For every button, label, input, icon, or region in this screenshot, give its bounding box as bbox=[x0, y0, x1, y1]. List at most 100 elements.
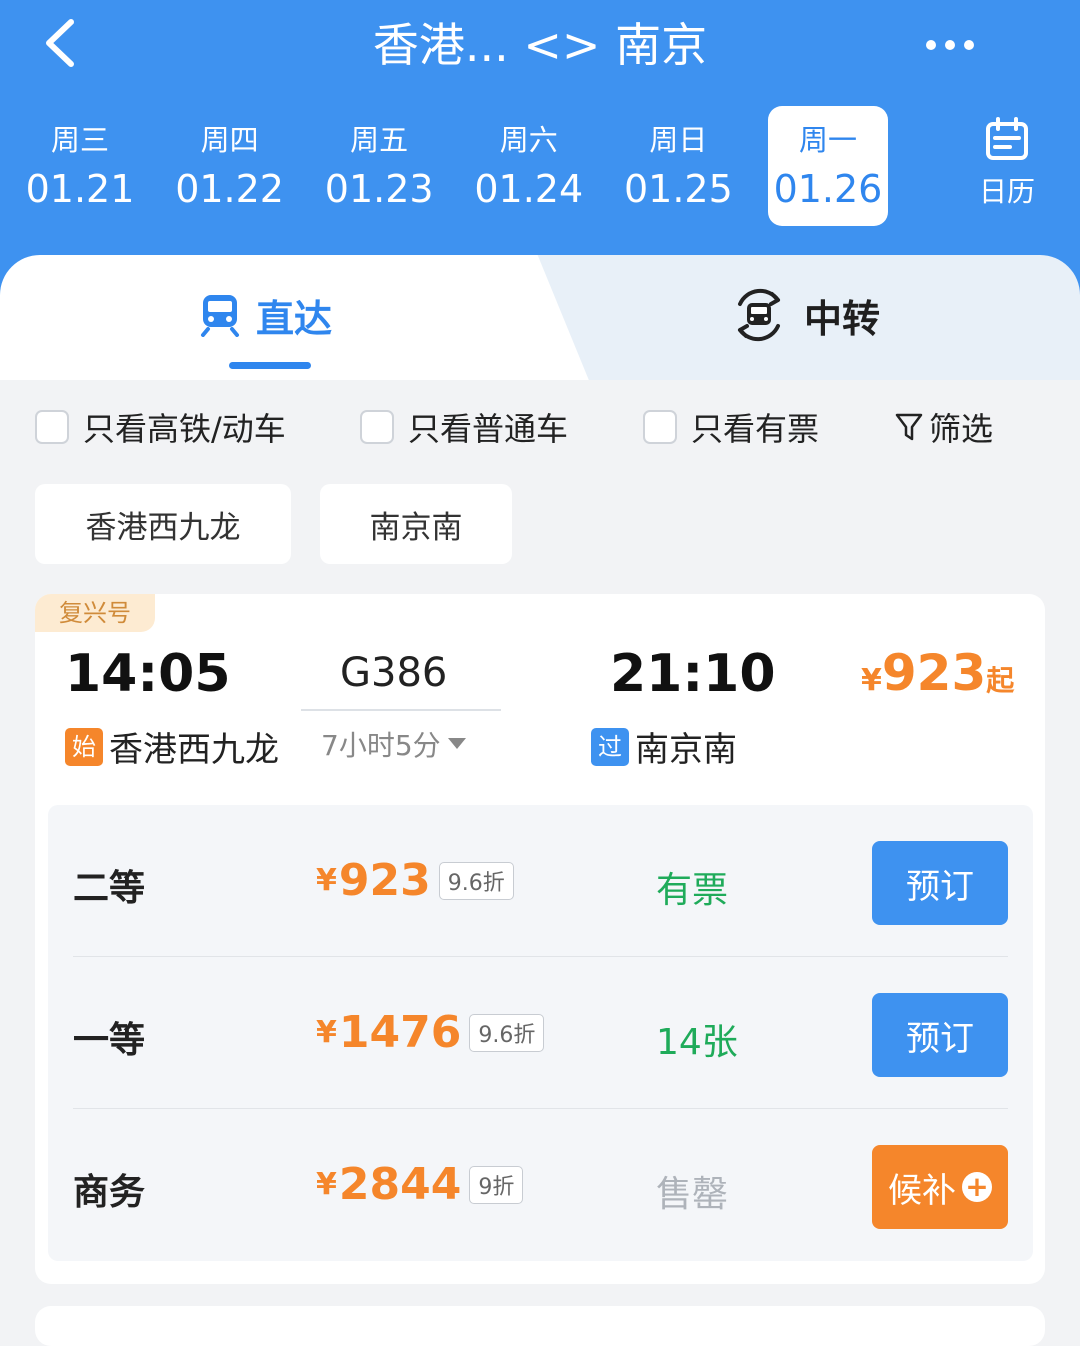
lowest-price: ¥ 923 起 bbox=[861, 644, 1014, 702]
more-dot-icon bbox=[926, 40, 936, 50]
calendar-label: 日历 bbox=[978, 175, 1035, 208]
seat-class-name: 一等 bbox=[73, 1020, 146, 1061]
duration-toggle[interactable]: 7小时5分 bbox=[321, 724, 467, 764]
more-button[interactable] bbox=[910, 20, 990, 70]
route-line bbox=[301, 709, 501, 711]
active-tab-indicator bbox=[229, 362, 311, 369]
seat-price-amount: 1476 bbox=[338, 1007, 462, 1058]
train-number: G386 bbox=[340, 650, 448, 696]
chevron-left-icon bbox=[46, 19, 74, 67]
filter-high-speed-label: 只看高铁/动车 bbox=[83, 410, 286, 448]
checkbox[interactable] bbox=[35, 410, 69, 444]
waitlist-button-label: 候补 bbox=[888, 1170, 956, 1211]
station-chip-to[interactable]: 南京南 bbox=[320, 484, 512, 564]
book-button[interactable]: 预订 bbox=[872, 993, 1008, 1077]
route-title: 香港... <> 南京 bbox=[372, 18, 708, 72]
seat-list: 二等 ¥ 923 9.6折 有票 预订 一等 ¥ 1476 9.6折 14张 预… bbox=[48, 805, 1033, 1261]
seat-row-business-class: 商务 ¥ 2844 9折 售罄 候补 + bbox=[48, 1109, 1033, 1261]
calendar-button[interactable]: 日历 bbox=[962, 116, 1052, 216]
tab-direct-label: 直达 bbox=[256, 296, 333, 341]
seat-price-amount: 2844 bbox=[338, 1159, 462, 1210]
plus-circle-icon: + bbox=[962, 1172, 992, 1202]
date-item-0121[interactable]: 周三 01.21 bbox=[20, 106, 140, 226]
date-value: 01.26 bbox=[773, 167, 883, 211]
filter-available-label: 只看有票 bbox=[691, 410, 820, 448]
seat-price-amount: 923 bbox=[338, 855, 431, 906]
departure-time: 14:05 bbox=[65, 644, 231, 704]
book-button-label: 预订 bbox=[906, 1018, 974, 1059]
more-dot-icon bbox=[964, 40, 974, 50]
filter-normal-label: 只看普通车 bbox=[408, 410, 569, 448]
seat-availability: 有票 bbox=[656, 870, 729, 911]
arrival-time: 21:10 bbox=[610, 644, 776, 704]
seat-class-name: 二等 bbox=[73, 868, 146, 909]
seat-availability: 14张 bbox=[656, 1022, 738, 1063]
date-value: 01.23 bbox=[324, 167, 434, 211]
back-button[interactable] bbox=[30, 10, 90, 76]
seat-row-second-class: 二等 ¥ 923 9.6折 有票 预订 bbox=[48, 805, 1033, 957]
seat-class-name: 商务 bbox=[73, 1172, 146, 1213]
lowest-price-amount: 923 bbox=[881, 644, 987, 702]
seat-row-first-class: 一等 ¥ 1476 9.6折 14张 预订 bbox=[48, 957, 1033, 1109]
date-item-0125[interactable]: 周日 01.25 bbox=[618, 106, 738, 226]
discount-badge: 9.6折 bbox=[438, 861, 514, 900]
duration-text: 7小时5分 bbox=[321, 729, 441, 762]
station-chip-from[interactable]: 香港西九龙 bbox=[35, 484, 291, 564]
seat-price: ¥ 1476 9.6折 bbox=[316, 1007, 545, 1058]
arrival-station-name: 南京南 bbox=[635, 730, 737, 770]
departure-station-name: 香港西九龙 bbox=[109, 730, 279, 770]
results-area: 只看高铁/动车 只看普通车 只看有票 筛选 香港西九龙 南京南 复兴号 14:0… bbox=[0, 380, 1080, 1346]
date-weekday: 周六 bbox=[499, 123, 558, 157]
date-value: 01.22 bbox=[175, 167, 284, 211]
tab-transfer[interactable]: 中转 bbox=[730, 285, 880, 345]
date-value: 01.21 bbox=[25, 167, 135, 211]
pass-through-tag: 过 bbox=[591, 727, 629, 766]
tab-transfer-label: 中转 bbox=[804, 296, 881, 341]
checkbox[interactable] bbox=[360, 410, 394, 444]
date-item-0122[interactable]: 周四 01.22 bbox=[170, 106, 290, 226]
date-value: 01.25 bbox=[623, 167, 733, 211]
seat-price: ¥ 923 9.6折 bbox=[316, 855, 514, 906]
calendar-icon bbox=[986, 117, 1028, 160]
date-weekday: 周四 bbox=[200, 123, 259, 157]
date-weekday: 周五 bbox=[350, 123, 409, 157]
date-item-0123[interactable]: 周五 01.23 bbox=[319, 106, 439, 226]
filter-high-speed[interactable]: 只看高铁/动车 bbox=[35, 402, 286, 452]
train-icon bbox=[201, 295, 239, 337]
date-item-0126-selected[interactable]: 周一 01.26 bbox=[767, 106, 888, 226]
more-dot-icon bbox=[945, 40, 955, 50]
date-weekday: 周日 bbox=[649, 123, 708, 157]
filter-button-label: 筛选 bbox=[929, 410, 994, 448]
currency-symbol: ¥ bbox=[316, 1015, 337, 1050]
date-weekday: 周三 bbox=[50, 123, 109, 157]
seat-price: ¥ 2844 9折 bbox=[316, 1159, 524, 1210]
date-weekday: 周一 bbox=[798, 123, 857, 157]
date-item-0124[interactable]: 周六 01.24 bbox=[469, 106, 589, 226]
filter-normal-train[interactable]: 只看普通车 bbox=[360, 402, 568, 452]
filter-available-only[interactable]: 只看有票 bbox=[643, 402, 819, 452]
currency-symbol: ¥ bbox=[316, 863, 337, 898]
checkbox[interactable] bbox=[643, 410, 677, 444]
transfer-train-icon bbox=[738, 288, 780, 342]
route-type-tabs: 直达 中转 bbox=[0, 255, 1080, 380]
train-card[interactable]: 复兴号 14:05 G386 21:10 ¥ 923 起 始 香港西九龙 7小时… bbox=[35, 594, 1045, 1284]
seat-availability: 售罄 bbox=[656, 1174, 729, 1215]
funnel-icon bbox=[895, 413, 923, 441]
arrival-station: 过 南京南 bbox=[591, 722, 737, 771]
tab-direct[interactable]: 直达 bbox=[200, 285, 332, 345]
book-button[interactable]: 预订 bbox=[872, 841, 1008, 925]
train-type-badge: 复兴号 bbox=[35, 594, 155, 632]
book-button-label: 预订 bbox=[906, 866, 974, 907]
filter-button[interactable]: 筛选 bbox=[895, 402, 993, 452]
currency-symbol: ¥ bbox=[316, 1167, 337, 1202]
next-train-card[interactable] bbox=[35, 1306, 1045, 1346]
discount-badge: 9折 bbox=[469, 1165, 524, 1204]
discount-badge: 9.6折 bbox=[469, 1013, 545, 1052]
date-strip: 周三 01.21 周四 01.22 周五 01.23 周六 01.24 周日 0… bbox=[20, 106, 918, 226]
currency-symbol: ¥ bbox=[861, 663, 882, 698]
price-from-suffix: 起 bbox=[986, 664, 1015, 697]
caret-down-icon bbox=[447, 738, 466, 749]
waitlist-button[interactable]: 候补 + bbox=[872, 1145, 1008, 1229]
date-value: 01.24 bbox=[474, 167, 584, 211]
origin-tag: 始 bbox=[65, 727, 103, 766]
